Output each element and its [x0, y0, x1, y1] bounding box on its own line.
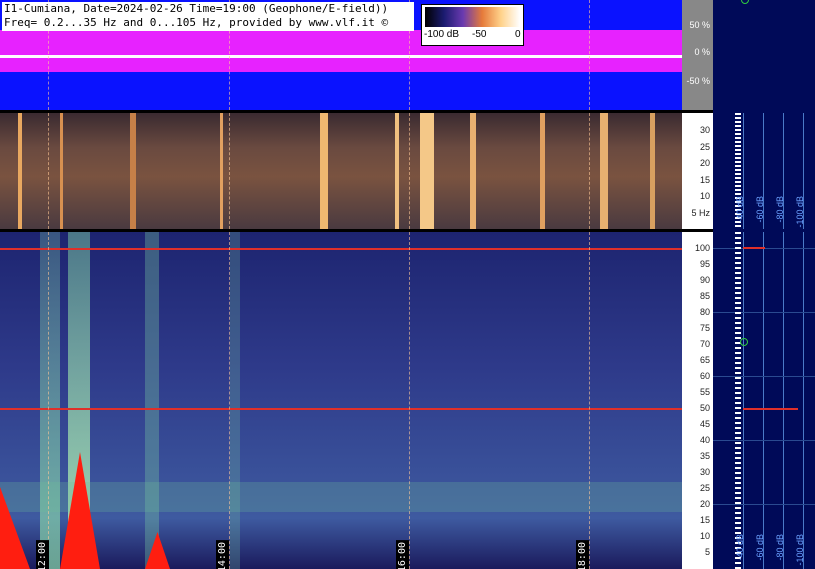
- info-line-freq: Freq= 0.2...35 Hz and 0...105 Hz, provid…: [4, 16, 389, 29]
- freq-tick: 30: [699, 125, 710, 135]
- marker-circle-icon: [740, 338, 748, 346]
- line-100hz: [0, 248, 682, 250]
- scale-label-max: 0: [515, 29, 521, 40]
- spectrum-peak-50hz: [743, 408, 798, 410]
- db-label: -40 dB: [735, 534, 745, 561]
- freq-tick: 65: [699, 355, 710, 365]
- signal-stripe: [40, 232, 60, 569]
- sidebar-grid-line: [713, 376, 815, 377]
- station-info-box: I1-Cumiana, Date=2024-02-26 Time=19:00 (…: [2, 2, 414, 31]
- line-50hz: [0, 408, 682, 410]
- signal-stripe: [420, 113, 434, 229]
- grid-line: [589, 113, 590, 229]
- freq-tick: 25: [699, 142, 710, 152]
- spectrum-trace: [735, 232, 741, 569]
- sidebar-grid-line: [803, 232, 804, 569]
- signal-stripe: [145, 232, 159, 569]
- signal-stripe: [60, 113, 63, 229]
- db-label: -40 dB: [735, 196, 745, 223]
- freq-tick: 35: [699, 451, 710, 461]
- scale-label-mid: -50: [472, 29, 487, 40]
- freq-tick: 50: [699, 403, 710, 413]
- spectrum-peak-100hz: [743, 247, 765, 249]
- sidebar-grid-line: [763, 232, 764, 569]
- sidebar-grid-line: [713, 504, 815, 505]
- grid-line: [48, 232, 49, 569]
- grid-line: [48, 113, 49, 229]
- freq-tick: 45: [699, 419, 710, 429]
- freq-tick: 15: [699, 175, 710, 185]
- signal-stripe: [320, 113, 328, 229]
- db-label: -80 dB: [775, 534, 785, 561]
- db-label: -100 dB: [795, 534, 805, 566]
- freq-tick: 25: [699, 483, 710, 493]
- freq-tick: 75: [699, 323, 710, 333]
- signal-stripe: [230, 232, 240, 569]
- sidebar-grid-line: [743, 232, 744, 569]
- low-freq-band: [0, 482, 682, 512]
- lower-freq-scale: 100 95 90 85 80 75 70 65 60 55 50 45 40 …: [682, 232, 713, 569]
- freq-tick: 55: [699, 387, 710, 397]
- freq-tick: 20: [699, 158, 710, 168]
- color-scale-gradient: [425, 7, 520, 27]
- freq-tick: 40: [699, 435, 710, 445]
- grid-line: [589, 0, 590, 110]
- freq-tick: 30: [699, 467, 710, 477]
- signal-stripe: [130, 113, 136, 229]
- signal-stripe: [220, 113, 223, 229]
- signal-stripe: [470, 113, 476, 229]
- grid-line: [229, 113, 230, 229]
- sidebar-grid-line: [713, 440, 815, 441]
- grid-line: [589, 232, 590, 569]
- upper-spectrogram: [0, 113, 682, 229]
- spectrum-sidebar: -40 dB -60 dB -80 dB -100 dB -40 dB -60 …: [713, 0, 815, 569]
- amp-tick: -50 %: [686, 76, 710, 86]
- time-label-1600: 16:00: [396, 540, 409, 569]
- amp-tick: 0 %: [694, 47, 710, 57]
- waveform-amplitude-scale: 50 % 0 % -50 %: [682, 0, 713, 110]
- freq-tick: 60: [699, 371, 710, 381]
- time-label-1200: 12:00: [36, 540, 49, 569]
- time-label-1800: 18:00: [576, 540, 589, 569]
- time-label-1400: 14:00: [216, 540, 229, 569]
- freq-tick: 10: [699, 191, 710, 201]
- sidebar-grid-line: [783, 232, 784, 569]
- freq-tick: 100: [694, 243, 710, 253]
- freq-tick: 15: [699, 515, 710, 525]
- waveform-signal-band: [0, 30, 682, 72]
- freq-tick: 70: [699, 339, 710, 349]
- waveform-center-trace: [0, 55, 682, 58]
- freq-tick: 5: [704, 547, 710, 557]
- amp-tick: 50 %: [689, 20, 710, 30]
- freq-tick: 80: [699, 307, 710, 317]
- signal-stripe: [540, 113, 545, 229]
- upper-freq-scale: 30 25 20 15 10 5 Hz: [682, 113, 713, 229]
- db-label: -80 dB: [775, 196, 785, 223]
- freq-tick: 5 Hz: [691, 208, 710, 218]
- signal-stripe: [600, 113, 608, 229]
- grid-line: [409, 232, 410, 569]
- sidebar-grid-line: [713, 312, 815, 313]
- marker-circle-icon: [741, 0, 749, 4]
- info-line-date: I1-Cumiana, Date=2024-02-26 Time=19:00 (…: [4, 2, 389, 15]
- signal-stripe: [395, 113, 399, 229]
- grid-line: [229, 232, 230, 569]
- db-label: -60 dB: [755, 196, 765, 223]
- freq-tick: 90: [699, 275, 710, 285]
- lower-spectrogram: 12:00 14:00 16:00 18:00: [0, 232, 682, 569]
- db-label: -60 dB: [755, 534, 765, 561]
- freq-tick: 20: [699, 499, 710, 509]
- signal-stripe: [650, 113, 655, 229]
- color-scale-legend: -100 dB -50 0: [421, 4, 524, 46]
- scale-label-min: -100 dB: [424, 29, 460, 40]
- grid-line: [409, 113, 410, 229]
- freq-tick: 85: [699, 291, 710, 301]
- signal-stripe: [18, 113, 22, 229]
- freq-tick: 95: [699, 259, 710, 269]
- db-label: -100 dB: [795, 196, 805, 228]
- freq-tick: 10: [699, 531, 710, 541]
